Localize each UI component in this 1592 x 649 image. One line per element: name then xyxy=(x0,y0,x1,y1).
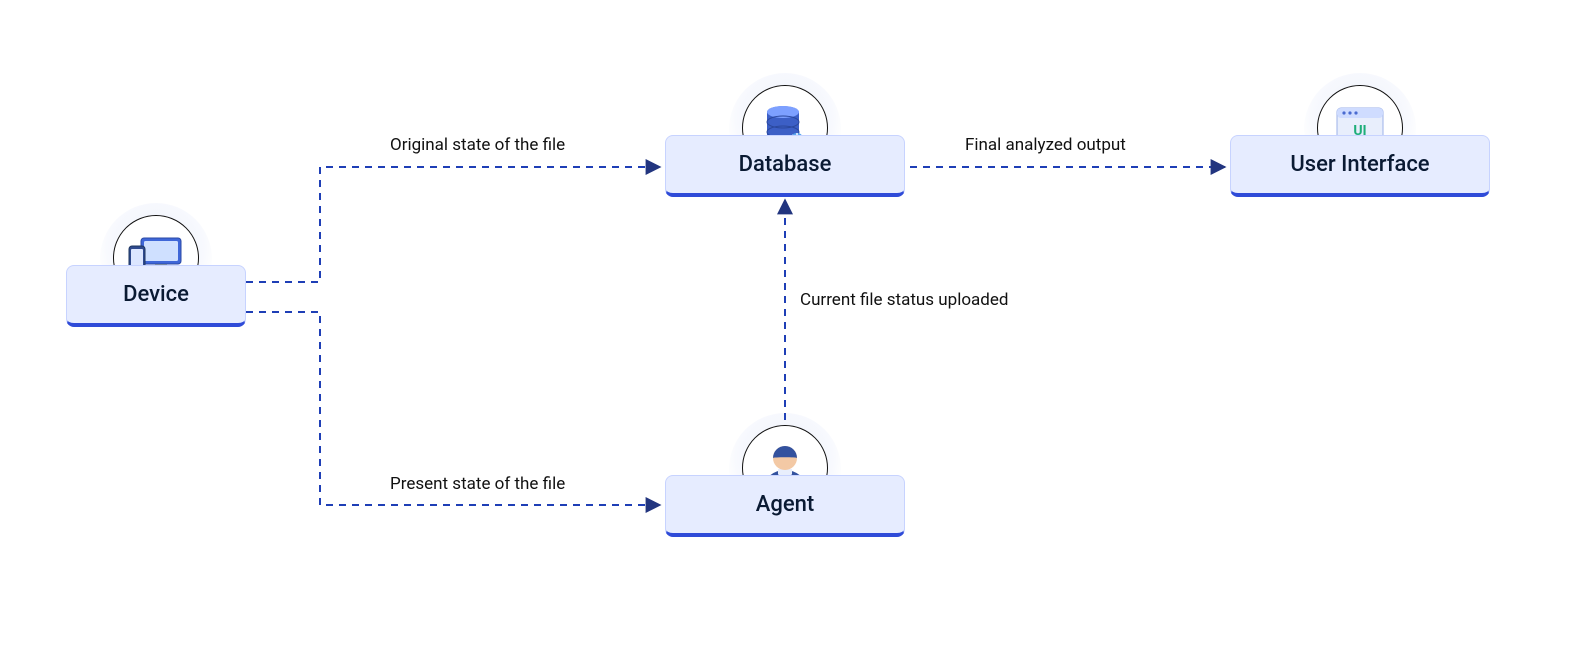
edge-label-device-to-database: Original state of the file xyxy=(390,135,565,155)
node-card: Device xyxy=(66,265,246,327)
edge-label-database-to-ui: Final analyzed output xyxy=(965,135,1126,155)
node-card: Database xyxy=(665,135,905,197)
node-agent: Agent xyxy=(665,475,905,537)
edge-device-to-database xyxy=(246,167,660,282)
diagram-canvas: Device Database xyxy=(0,0,1592,649)
edge-label-agent-to-database: Current file status uploaded xyxy=(800,290,1008,310)
node-label: Agent xyxy=(756,492,814,517)
node-database: Database xyxy=(665,135,905,197)
node-user-interface: UI User Interface xyxy=(1230,135,1490,197)
node-label: User Interface xyxy=(1290,152,1429,177)
node-label: Database xyxy=(739,152,832,177)
node-device: Device xyxy=(66,265,246,327)
node-card: Agent xyxy=(665,475,905,537)
edge-label-device-to-agent: Present state of the file xyxy=(390,474,565,494)
node-label: Device xyxy=(123,282,189,307)
node-card: User Interface xyxy=(1230,135,1490,197)
